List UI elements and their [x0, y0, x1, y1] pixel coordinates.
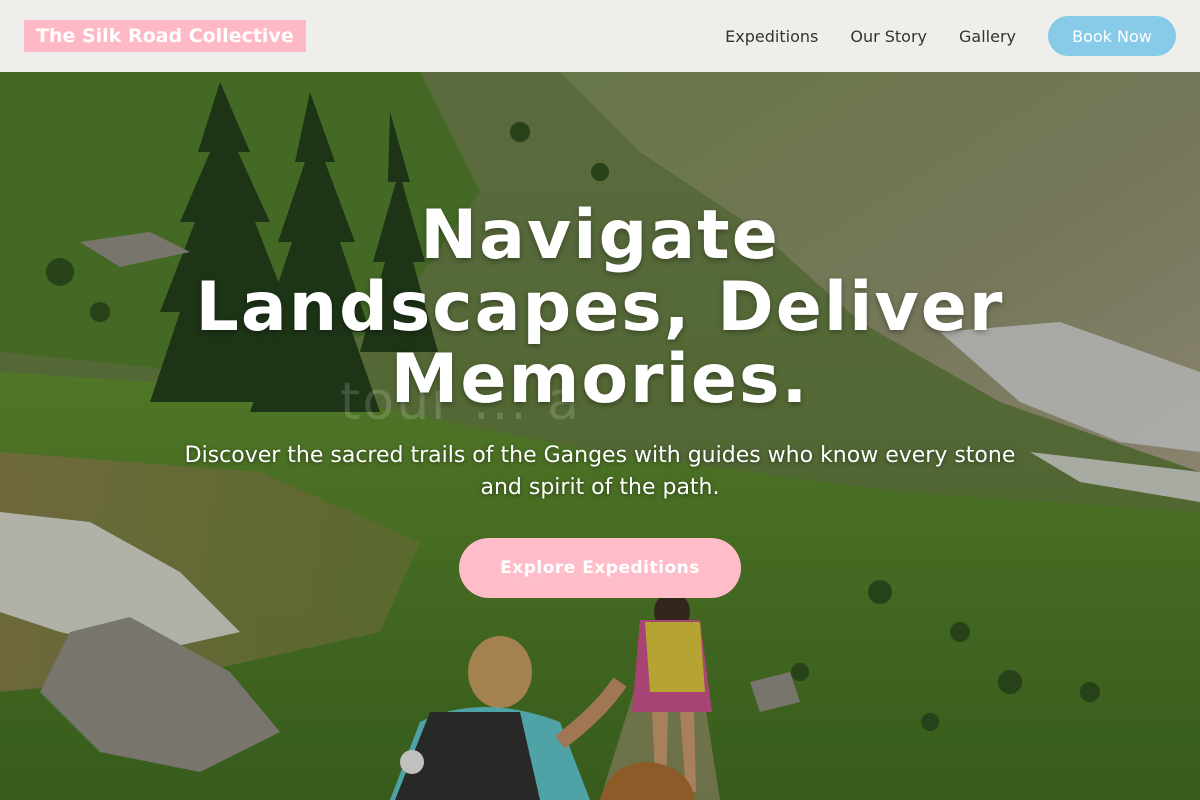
hero-section: tour ... a Navigate Landscapes, Deliver … [0, 72, 1200, 800]
nav-link-expeditions[interactable]: Expeditions [725, 27, 818, 46]
book-now-button[interactable]: Book Now [1048, 16, 1176, 56]
hero-overlay [0, 72, 1200, 800]
hero-subtext: Discover the sacred trails of the Ganges… [184, 443, 1016, 500]
headline-line-1: Navigate [420, 196, 780, 275]
site-header: The Silk Road Collective Expeditions Our… [0, 0, 1200, 72]
nav-link-our-story[interactable]: Our Story [850, 27, 927, 46]
explore-expeditions-button[interactable]: Explore Expeditions [459, 538, 741, 598]
headline-line-2: Landscapes, Deliver [195, 268, 1005, 347]
hero-headline: Navigate Landscapes, Deliver Memories. [150, 200, 1050, 416]
nav-link-gallery[interactable]: Gallery [959, 27, 1016, 46]
main-nav: Expeditions Our Story Gallery Book Now [725, 16, 1176, 56]
headline-line-3: Memories. [390, 340, 810, 419]
brand-logo[interactable]: The Silk Road Collective [24, 20, 306, 52]
